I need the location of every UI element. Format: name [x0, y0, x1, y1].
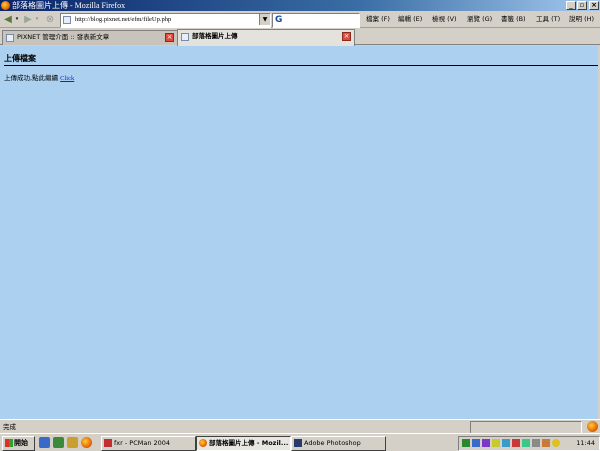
page-content: 上傳檔案 上傳成功,點此繼續 Click [0, 46, 600, 419]
forward-button[interactable]: ▶ [22, 13, 34, 26]
task-label: Adobe Photoshop [304, 439, 361, 447]
im-tray-icon[interactable] [482, 439, 490, 447]
back-dropdown-icon[interactable]: ▾ [14, 13, 20, 26]
status-tray-icon[interactable] [552, 439, 560, 447]
stop-button[interactable]: ⊗ [44, 13, 56, 26]
navigation-toolbar: ◀ ▾ ▶ ▾ ⊗ http://blog.pixnet.net/efm/fil… [0, 11, 600, 28]
ie-quicklaunch-icon[interactable] [39, 437, 50, 448]
task-pcman[interactable]: fxr - PCMan 2004 [101, 436, 196, 451]
menu-tools[interactable]: 工具 (T) [536, 13, 560, 26]
taskbar: 開始 fxr - PCMan 2004 部落格圖片上傳 - Mozil... A… [0, 433, 600, 451]
message-text: 上傳成功,點此繼續 [4, 74, 61, 82]
url-bar[interactable]: http://blog.pixnet.net/efm/fileUp.php ▼ [60, 13, 271, 28]
tab-label: PIXNET 管理介面 :: 發表新文章 [17, 33, 110, 41]
close-tab-icon[interactable]: × [165, 33, 174, 42]
input-tray-icon[interactable] [542, 439, 550, 447]
maximize-button[interactable]: ▫ [577, 1, 587, 10]
tab-strip: PIXNET 管理介面 :: 發表新文章 × 部落格圖片上傳 × [0, 29, 600, 46]
close-tab-icon[interactable]: × [342, 32, 351, 41]
task-label: fxr - PCMan 2004 [114, 439, 171, 447]
menu-help[interactable]: 說明 (H) [569, 13, 594, 26]
minimize-button[interactable]: _ [566, 1, 576, 10]
menu-bookmarks[interactable]: 書籤 (B) [501, 13, 526, 26]
status-message: 上傳成功,點此繼續 Click [4, 74, 74, 83]
start-label: 開始 [14, 439, 28, 447]
menu-edit[interactable]: 編輯 (E) [398, 13, 422, 26]
volume-tray-icon[interactable] [502, 439, 510, 447]
firefox-status-icon[interactable] [587, 421, 598, 432]
start-button[interactable]: 開始 [2, 436, 35, 451]
url-dropdown-button[interactable]: ▼ [259, 14, 270, 25]
url-text[interactable]: http://blog.pixnet.net/efm/fileUp.php [75, 14, 171, 26]
update-tray-icon[interactable] [472, 439, 480, 447]
page-heading: 上傳檔案 [4, 54, 36, 63]
page-icon [63, 16, 71, 24]
task-firefox[interactable]: 部落格圖片上傳 - Mozil... [196, 436, 291, 451]
antivirus-tray-icon[interactable] [512, 439, 520, 447]
page-icon [181, 33, 189, 41]
status-text: 完成 [3, 423, 16, 431]
explorer-quicklaunch-icon[interactable] [67, 437, 78, 448]
window-titlebar[interactable]: 部落格圖片上傳 - Mozilla Firefox _ ▫ × [0, 0, 600, 11]
close-button[interactable]: × [589, 1, 599, 10]
window-title: 部落格圖片上傳 - Mozilla Firefox [12, 1, 126, 10]
continue-link[interactable]: Click [60, 75, 74, 82]
heading-divider [4, 65, 598, 66]
task-photoshop[interactable]: Adobe Photoshop [291, 436, 386, 451]
tab-pixnet-admin[interactable]: PIXNET 管理介面 :: 發表新文章 × [2, 30, 178, 45]
page-icon [6, 34, 14, 42]
forward-dropdown-icon[interactable]: ▾ [34, 13, 40, 26]
task-label: 部落格圖片上傳 - Mozil... [209, 439, 288, 447]
firefox-quicklaunch-icon[interactable] [81, 437, 92, 448]
firefox-icon [199, 439, 207, 447]
display-tray-icon[interactable] [532, 439, 540, 447]
system-tray: 11:44 [458, 436, 600, 451]
tab-image-upload[interactable]: 部落格圖片上傳 × [177, 29, 355, 46]
messenger-tray-icon[interactable] [522, 439, 530, 447]
menu-go[interactable]: 瀏覽 (G) [467, 13, 492, 26]
desktop-quicklaunch-icon[interactable] [53, 437, 64, 448]
firefox-icon [1, 1, 10, 10]
back-button[interactable]: ◀ [2, 13, 14, 26]
menu-view[interactable]: 檢視 (V) [432, 13, 457, 26]
windows-logo-icon [5, 439, 13, 447]
status-bar: 完成 [0, 419, 600, 434]
photoshop-icon [294, 439, 302, 447]
network-tray-icon[interactable] [462, 439, 470, 447]
search-engine-icon[interactable]: G [275, 15, 282, 25]
tab-label: 部落格圖片上傳 [192, 32, 238, 40]
clock[interactable]: 11:44 [576, 437, 595, 449]
security-tray-icon[interactable] [492, 439, 500, 447]
search-input[interactable]: G [272, 13, 360, 28]
menu-file[interactable]: 檔案 (F) [366, 13, 390, 26]
pcman-icon [104, 439, 112, 447]
